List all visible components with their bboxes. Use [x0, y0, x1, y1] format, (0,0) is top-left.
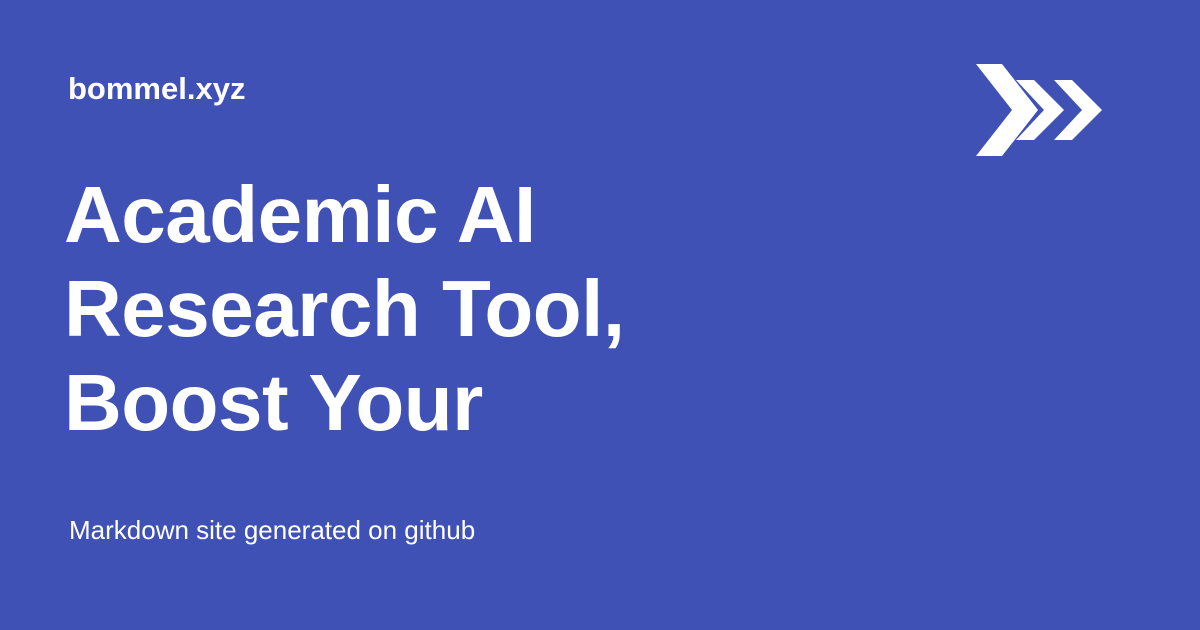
subtitle: Markdown site generated on github	[69, 515, 476, 545]
headline-line: Boost Your	[64, 358, 483, 447]
social-card: bommel.xyz Academic AI Research Tool, Bo…	[0, 0, 1200, 630]
site-name: bommel.xyz	[68, 71, 246, 106]
headline-line: Academic AI	[64, 170, 536, 259]
headline: Academic AI Research Tool, Boost Your	[64, 168, 824, 450]
triple-chevron-right-icon	[976, 64, 1112, 156]
headline-line: Research Tool,	[64, 264, 625, 353]
